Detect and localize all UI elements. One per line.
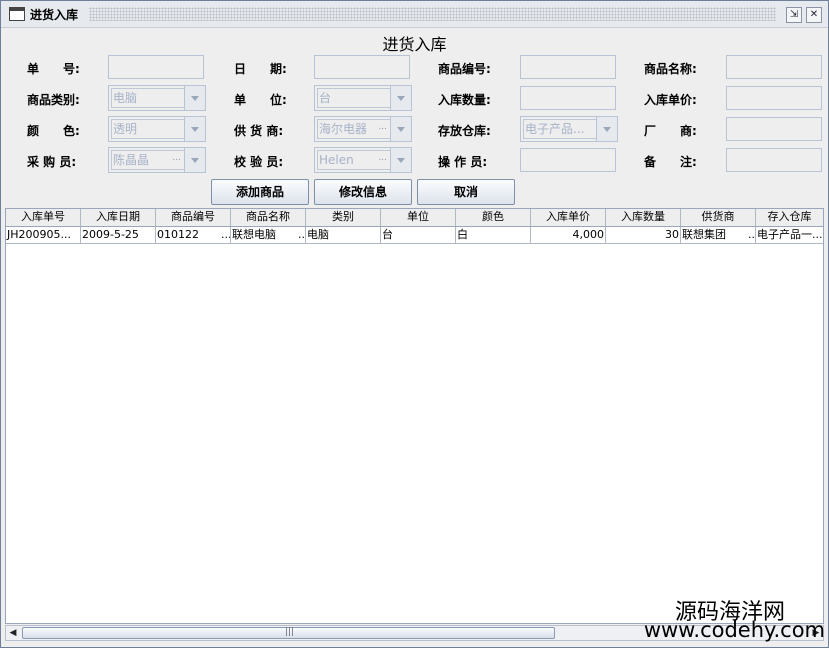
order-no-label: 单 号:	[27, 62, 80, 76]
col-color-header[interactable]: 颜色	[456, 209, 531, 226]
table-cell[interactable]: 联想集团 ...	[681, 227, 756, 244]
title-bar[interactable]: 进货入库 ⇲ ✕	[1, 1, 828, 28]
product-code-field[interactable]	[520, 55, 616, 79]
restore-icon[interactable]: ⇲	[786, 7, 802, 23]
manufacturer-label: 厂 商:	[644, 124, 697, 138]
ellipsis-text: ...	[378, 122, 387, 132]
operator-field[interactable]	[520, 148, 616, 172]
unit-price-label: 入库单价:	[644, 93, 697, 107]
table-cell[interactable]: 联想电脑 ...	[231, 227, 306, 244]
supplier-select[interactable]: 海尔电器 ...	[314, 116, 412, 142]
chevron-down-icon[interactable]	[184, 86, 205, 110]
supplier-label: 供 货 商:	[234, 124, 284, 138]
col-warehouse-header[interactable]: 存入仓库	[756, 209, 823, 226]
product-name-label: 商品名称:	[644, 62, 697, 76]
page-title: 进货入库	[382, 35, 447, 54]
operator-label: 操 作 员:	[438, 155, 488, 169]
add-product-button[interactable]: 添加商品	[211, 179, 309, 205]
warehouse-value: 电子产品...	[523, 119, 598, 139]
buyer-select[interactable]: 陈晶晶 ...	[108, 147, 206, 173]
chevron-down-icon[interactable]	[184, 148, 205, 172]
ellipsis-text: ...	[378, 153, 387, 163]
col-unit-price-header[interactable]: 入库单价	[531, 209, 606, 226]
modify-info-button[interactable]: 修改信息	[314, 179, 412, 205]
color-value: 透明	[111, 119, 186, 139]
quantity-label: 入库数量:	[438, 93, 491, 107]
quantity-field[interactable]	[520, 86, 616, 110]
window-icon	[9, 7, 25, 21]
window-title: 进货入库	[30, 8, 79, 22]
table-cell[interactable]: 30	[606, 227, 681, 244]
remark-field[interactable]	[726, 148, 822, 172]
color-select[interactable]: 透明	[108, 116, 206, 142]
form-panel: 进货入库 单 号: 日 期: 商品编号: 商品名称: 商品类别: 电脑 单 位:…	[5, 28, 825, 643]
scrollbar-thumb[interactable]: |||	[22, 627, 555, 639]
category-value: 电脑	[111, 88, 186, 108]
unit-value: 台	[317, 88, 392, 108]
col-quantity-header[interactable]: 入库数量	[606, 209, 681, 226]
unit-select[interactable]: 台	[314, 85, 412, 111]
table-cell[interactable]: 电脑	[306, 227, 381, 244]
remark-label: 备 注:	[644, 155, 697, 169]
cancel-button[interactable]: 取消	[417, 179, 515, 205]
ellipsis-text: ...	[172, 153, 181, 163]
col-date-header[interactable]: 入库日期	[81, 209, 156, 226]
table-cell[interactable]: JH200905...	[6, 227, 81, 244]
table-cell[interactable]: 台	[381, 227, 456, 244]
date-label: 日 期:	[234, 62, 287, 76]
col-supplier-header[interactable]: 供货商	[681, 209, 756, 226]
unit-price-field[interactable]	[726, 86, 822, 110]
buyer-label: 采 购 员:	[27, 155, 77, 169]
table-cell[interactable]: 4,000	[531, 227, 606, 244]
col-product-code-header[interactable]: 商品编号	[156, 209, 231, 226]
category-label: 商品类别:	[27, 93, 80, 107]
table-header: 入库单号 入库日期 商品编号 商品名称 类别 单位 颜色 入库单价 入库数量 供货商 存入仓库	[6, 209, 823, 227]
warehouse-label: 存放仓库:	[438, 124, 491, 138]
inspector-select[interactable]: Helen ...	[314, 147, 412, 173]
color-label: 颜 色:	[27, 124, 80, 138]
unit-label: 单 位:	[234, 93, 287, 107]
table-row[interactable]: JH200905... 2009-5-25 010122 ... 联想电脑 ... 电脑…	[6, 227, 823, 244]
table-cell[interactable]: 电子产品一...	[756, 227, 823, 244]
stock-in-table[interactable]: 入库单号 入库日期 商品编号 商品名称 类别 单位 颜色 入库单价 入库数量 供货商 存入仓库 JH…	[5, 208, 824, 624]
product-code-label: 商品编号:	[438, 62, 491, 76]
inspector-label: 校 验 员:	[234, 155, 284, 169]
order-no-field[interactable]	[108, 55, 204, 79]
title-bar-grip	[89, 7, 776, 21]
chevron-down-icon[interactable]	[596, 117, 617, 141]
watermark-url: www.codehy.com	[643, 618, 825, 642]
grip-icon: |||	[285, 627, 295, 637]
chevron-down-icon[interactable]	[390, 148, 411, 172]
date-field[interactable]	[314, 55, 410, 79]
chevron-down-icon[interactable]	[390, 117, 411, 141]
scroll-left-icon[interactable]: ◀	[6, 626, 20, 640]
table-cell[interactable]: 白	[456, 227, 531, 244]
table-cell[interactable]: 010122 ...	[156, 227, 231, 244]
chevron-down-icon[interactable]	[390, 86, 411, 110]
table-cell[interactable]: 2009-5-25	[81, 227, 156, 244]
col-order-no-header[interactable]: 入库单号	[6, 209, 81, 226]
col-unit-header[interactable]: 单位	[381, 209, 456, 226]
chevron-down-icon[interactable]	[184, 117, 205, 141]
app-window: 进货入库 ⇲ ✕ 进货入库 单 号: 日 期: 商品编号: 商品名称: 商品类别…	[0, 0, 829, 648]
col-category-header[interactable]: 类别	[306, 209, 381, 226]
category-select[interactable]: 电脑	[108, 85, 206, 111]
warehouse-select[interactable]: 电子产品...	[520, 116, 618, 142]
product-name-field[interactable]	[726, 55, 822, 79]
col-product-name-header[interactable]: 商品名称	[231, 209, 306, 226]
close-icon[interactable]: ✕	[806, 7, 822, 23]
manufacturer-field[interactable]	[726, 117, 822, 141]
